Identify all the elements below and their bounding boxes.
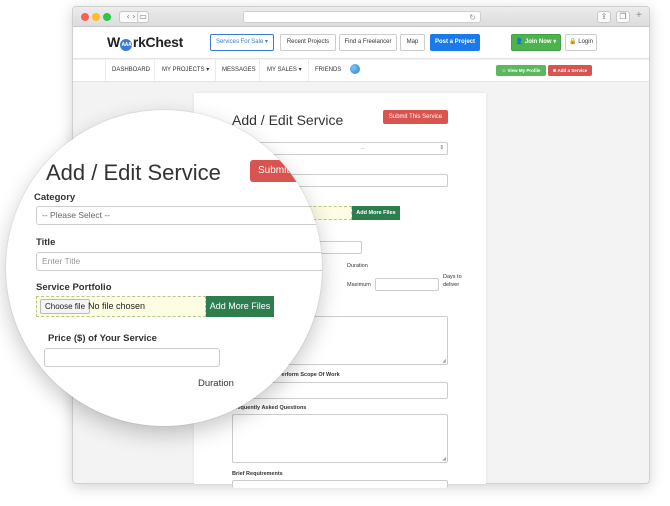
- category-select-value: --: [361, 146, 365, 152]
- maximum-label: Maximum: [347, 282, 371, 288]
- service-portfolio-label: Service Portfolio: [36, 282, 112, 293]
- subnav-item-friends[interactable]: FRIENDS: [315, 60, 341, 81]
- zoomed-form-title: Add / Edit Service: [46, 160, 221, 185]
- price-label: Price ($) of Your Service: [48, 333, 157, 344]
- logo-suffix: rkChest: [132, 34, 183, 50]
- select-arrows-icon: ⇕: [439, 145, 444, 151]
- add-service-label: Add a Service: [557, 68, 588, 73]
- subnav-item-messages[interactable]: MESSAGES: [222, 60, 256, 81]
- minimize-window-icon[interactable]: [92, 13, 100, 21]
- caret-down-icon: ▾: [553, 39, 557, 45]
- duration-label: Duration: [347, 263, 368, 269]
- caret-down-icon: ▾: [206, 67, 210, 73]
- subnav-divider: [259, 60, 260, 81]
- no-file-chosen-text: No file chosen: [88, 301, 146, 311]
- zoomed-category-select[interactable]: -- Please Select --: [36, 206, 322, 225]
- my-projects-label: MY PROJECTS: [162, 67, 205, 73]
- close-window-icon[interactable]: [81, 13, 89, 21]
- logo-badge: AAA: [120, 39, 133, 51]
- site-logo[interactable]: W AAA rkChest: [107, 34, 183, 51]
- days-to-deliver-label: Days to deliver: [443, 274, 462, 288]
- zoom-magnifier: Add / Edit Service Submit Category -- Pl…: [6, 110, 322, 426]
- login-label: Login: [578, 39, 593, 45]
- title-label: Title: [36, 237, 56, 248]
- find-freelancer-button[interactable]: Find a Freelancer: [339, 34, 397, 51]
- maximum-days-input[interactable]: [375, 278, 439, 291]
- lock-icon: 🔒: [569, 39, 577, 45]
- login-button[interactable]: 🔒 Login: [565, 34, 597, 51]
- user-icon: 👤: [515, 39, 524, 45]
- subnav-divider: [308, 60, 309, 81]
- zoomed-submit-button[interactable]: Submit: [250, 160, 322, 182]
- view-my-profile-button[interactable]: ☺ View My Profile: [496, 65, 546, 76]
- subnav-item-my-projects[interactable]: MY PROJECTS ▾: [162, 60, 209, 81]
- user-icon: ☺: [501, 68, 507, 73]
- submit-service-button[interactable]: Submit This Service: [383, 110, 448, 124]
- reload-icon[interactable]: ↻: [469, 12, 476, 23]
- map-button[interactable]: Map: [400, 34, 425, 51]
- zoomed-price-input[interactable]: [44, 348, 220, 367]
- resize-handle-icon[interactable]: ◢: [442, 456, 446, 462]
- caret-down-icon: ▾: [298, 67, 302, 73]
- address-bar[interactable]: ↻: [243, 11, 481, 23]
- browser-toolbar: ‹ › ▭ ↻ ⇪ ❐ +: [73, 7, 649, 27]
- recent-projects-button[interactable]: Recent Projects: [280, 34, 336, 51]
- subnav-divider: [215, 60, 216, 81]
- subnav-item-my-sales[interactable]: MY SALES ▾: [267, 60, 302, 81]
- my-sales-label: MY SALES: [267, 67, 297, 73]
- logo-prefix: W: [107, 34, 120, 50]
- subnav-divider: [154, 60, 155, 81]
- faq-label: Frequently Asked Questions: [232, 405, 307, 411]
- post-project-button[interactable]: Post a Project: [430, 34, 480, 51]
- brief-requirements-textarea[interactable]: [232, 480, 448, 488]
- resize-handle-icon[interactable]: ◢: [442, 358, 446, 364]
- brief-requirements-label: Brief Requirements: [232, 471, 283, 477]
- sidebar-toggle-icon[interactable]: ▭: [137, 11, 149, 23]
- new-tab-icon[interactable]: +: [636, 10, 642, 21]
- maximize-window-icon[interactable]: [103, 13, 111, 21]
- faq-textarea[interactable]: ◢: [232, 414, 448, 463]
- services-for-sale-dropdown[interactable]: Services For Sale ▾: [210, 34, 274, 51]
- site-header: W AAA rkChest Services For Sale ▾ Recent P…: [73, 27, 649, 59]
- join-now-button[interactable]: 👤 Join Now ▾: [511, 34, 561, 51]
- choose-file-button[interactable]: Choose file: [40, 299, 91, 314]
- zoomed-add-more-files-button[interactable]: Add More Files: [206, 296, 274, 317]
- view-profile-label: View My Profile: [507, 68, 541, 73]
- add-a-service-button[interactable]: ⊕ Add a Service: [548, 65, 592, 76]
- category-label: Category: [34, 192, 76, 203]
- subnav-item-dashboard[interactable]: DASHBOARD: [112, 60, 150, 81]
- tabs-icon[interactable]: ❐: [616, 11, 630, 23]
- subnav-divider: [105, 60, 106, 81]
- form-title: Add / Edit Service: [232, 112, 344, 128]
- plus-circle-icon: ⊕: [552, 68, 557, 73]
- add-more-files-button[interactable]: Add More Files: [352, 206, 400, 220]
- screenshot-stage: ‹ › ▭ ↻ ⇪ ❐ + W AAA rkChest Services For S…: [0, 0, 670, 506]
- services-for-sale-label: Services For Sale: [215, 39, 264, 45]
- caret-down-icon: ▾: [265, 39, 269, 45]
- share-icon[interactable]: ⇪: [597, 11, 611, 23]
- zoomed-duration-label: Duration: [198, 378, 234, 389]
- globe-icon[interactable]: [350, 64, 360, 74]
- zoomed-title-input[interactable]: Enter Title: [36, 252, 322, 271]
- join-now-label: Join Now: [524, 39, 552, 45]
- dashboard-subnav: DASHBOARD MY PROJECTS ▾ MESSAGES MY SALE…: [73, 60, 649, 82]
